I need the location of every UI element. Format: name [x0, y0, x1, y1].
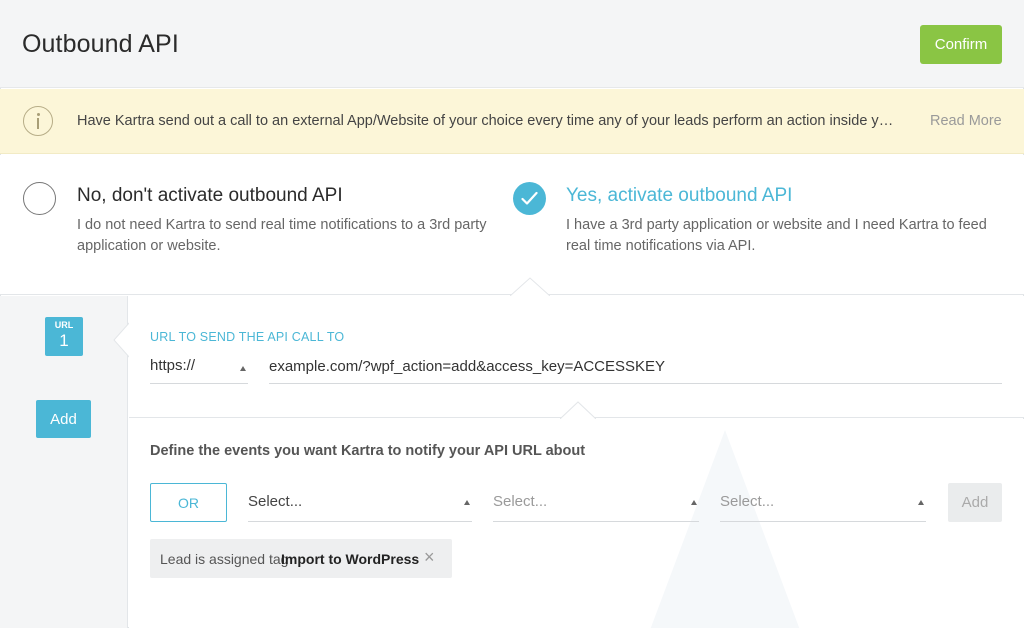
- url-badge-number: 1: [59, 331, 69, 350]
- option-no-radio[interactable]: [23, 182, 56, 215]
- page-title: Outbound API: [22, 30, 179, 58]
- info-banner: Have Kartra send out a call to an extern…: [0, 89, 1024, 154]
- option-yes-title[interactable]: Yes, activate outbound API: [566, 185, 792, 207]
- url-badge-pointer: [113, 322, 131, 358]
- events-heading: Define the events you want Kartra to not…: [150, 443, 586, 459]
- event-tag-chip: Lead is assigned tag Import to WordPress…: [150, 539, 452, 578]
- selected-option-pointer: [510, 277, 550, 297]
- banner-text: Have Kartra send out a call to an extern…: [77, 113, 897, 129]
- caret-up-icon: [240, 366, 246, 371]
- event-type-select-value: Select...: [248, 493, 303, 510]
- protocol-select[interactable]: https://: [150, 350, 248, 384]
- add-event-button[interactable]: Add: [948, 483, 1002, 522]
- url-field-label: URL TO SEND THE API CALL TO: [150, 330, 345, 344]
- event-tag-prefix: Lead is assigned tag: [160, 551, 289, 567]
- url-badge[interactable]: URL 1: [45, 317, 83, 356]
- confirm-button[interactable]: Confirm: [920, 25, 1002, 64]
- caret-up-icon: [464, 500, 470, 505]
- event-tag-name: Import to WordPress: [281, 551, 420, 567]
- event-type-select[interactable]: Select...: [248, 483, 472, 522]
- option-yes-description: I have a 3rd party application or websit…: [566, 217, 987, 254]
- header: Outbound API Confirm: [0, 0, 1024, 88]
- event-detail-select-value: Select...: [493, 493, 548, 510]
- protocol-value: https://: [150, 357, 196, 374]
- remove-tag-close-icon[interactable]: ×: [424, 547, 435, 568]
- events-pointer: [560, 401, 596, 420]
- url-badge-label: URL: [54, 320, 74, 330]
- event-value-select[interactable]: Select...: [720, 483, 926, 522]
- option-yes-checkmark-icon[interactable]: [513, 182, 546, 215]
- info-icon: [23, 106, 53, 136]
- add-url-button[interactable]: Add: [36, 400, 91, 438]
- event-value-select-value: Select...: [720, 493, 775, 510]
- or-button[interactable]: OR: [150, 483, 227, 522]
- caret-up-icon: [691, 500, 697, 505]
- read-more-link[interactable]: Read More: [930, 113, 1002, 129]
- background-triangle-decoration: [650, 430, 800, 628]
- option-no-description: I do not need Kartra to send real time n…: [77, 217, 487, 254]
- event-detail-select[interactable]: Select...: [493, 483, 699, 522]
- caret-up-icon: [918, 500, 924, 505]
- option-no-title[interactable]: No, don't activate outbound API: [77, 185, 343, 207]
- api-url-input[interactable]: [269, 350, 1002, 384]
